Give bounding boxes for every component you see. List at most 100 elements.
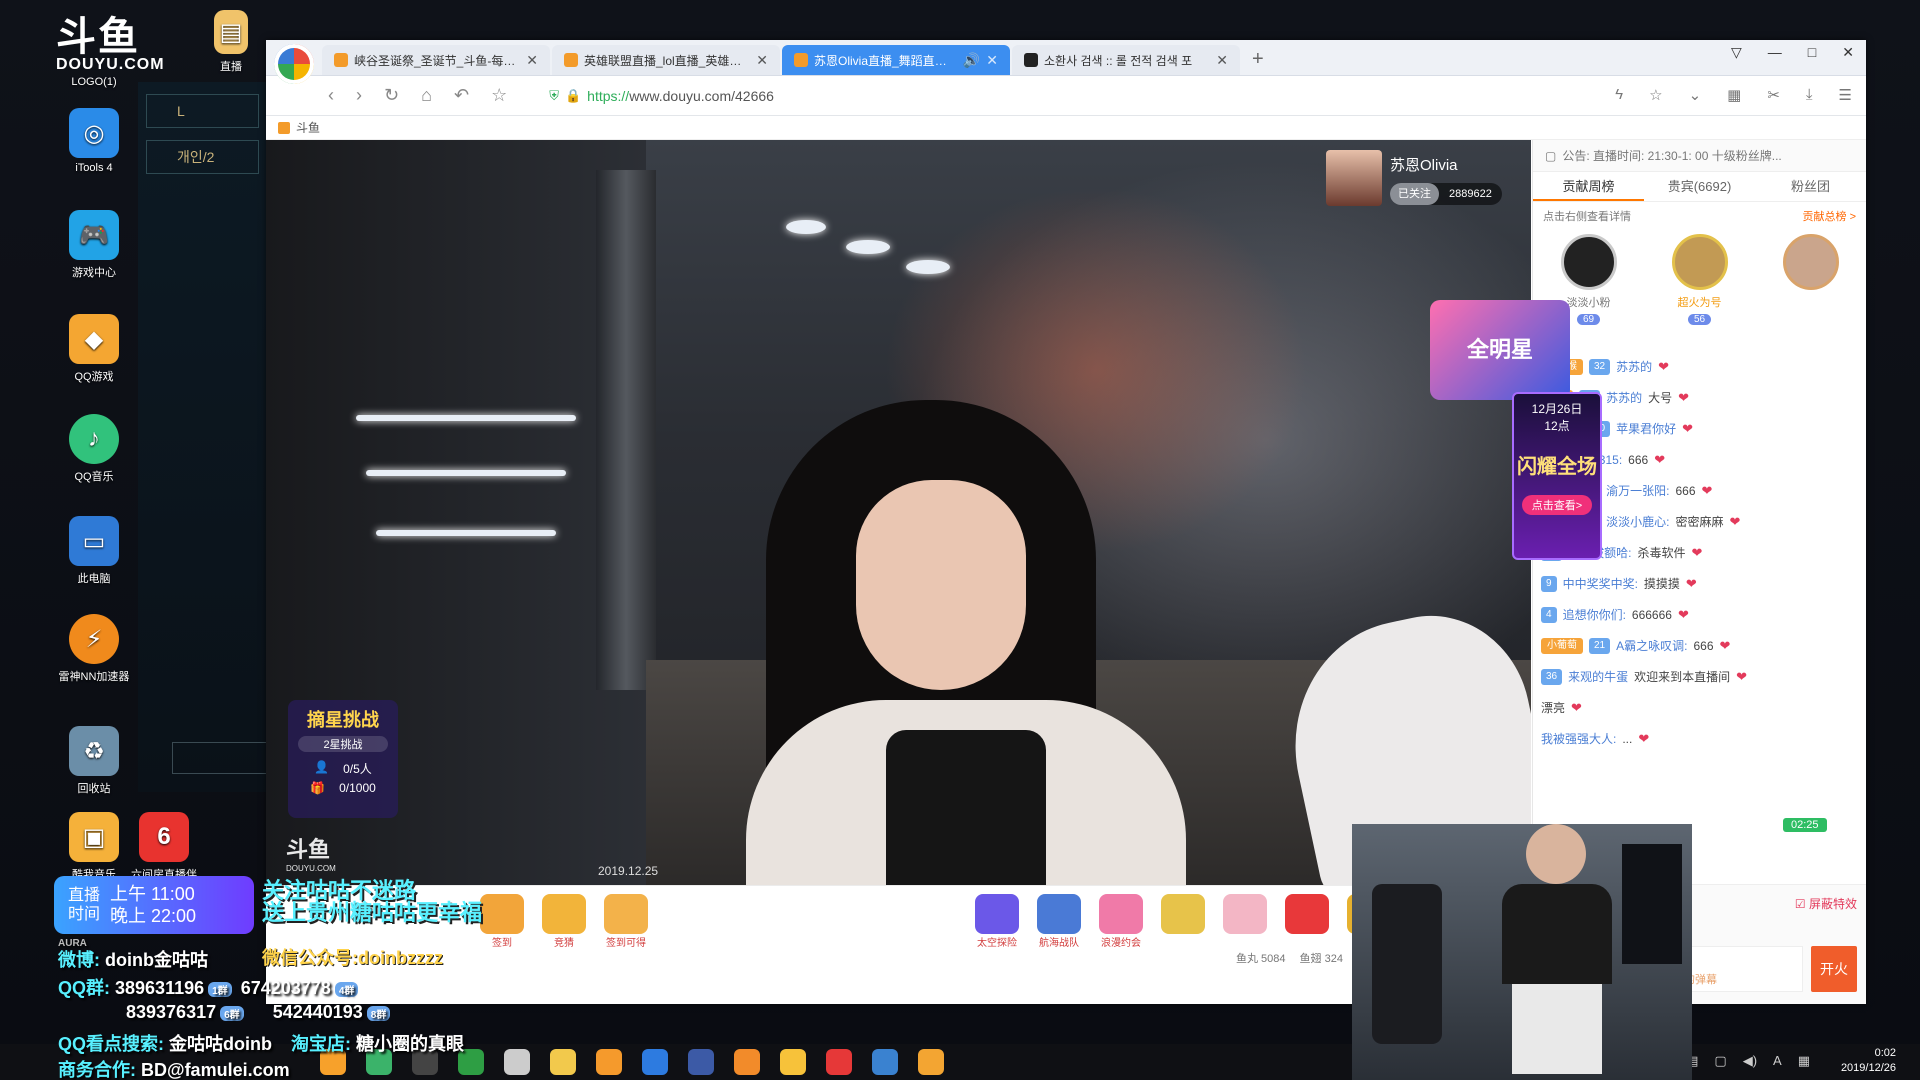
tab-olivia-live[interactable]: 苏恩Olivia直播_舞蹈直播_斗 🔊 ✕: [782, 45, 1010, 75]
close-window-icon[interactable]: ✕: [1842, 44, 1854, 61]
home-icon[interactable]: ⌂: [421, 85, 432, 106]
podium-first[interactable]: 超火为号 56: [1655, 234, 1745, 346]
star-challenge-widget[interactable]: 摘星挑战 2星挑战 👤 0/5人 🎁 0/1000: [288, 700, 398, 818]
shield-effects-toggle[interactable]: ☑ 屏蔽特效: [1795, 895, 1857, 912]
bookmark-star-icon[interactable]: ☆: [1649, 86, 1662, 104]
volume-icon[interactable]: ◀): [1743, 1053, 1757, 1069]
taskbar-app-icon[interactable]: [780, 1049, 806, 1075]
forward-icon[interactable]: ›: [356, 85, 362, 106]
taskbar-app-icon[interactable]: [550, 1049, 576, 1075]
chat-username[interactable]: 渝万一张阳:: [1606, 483, 1669, 499]
chat-username[interactable]: 我被强强大人:: [1541, 731, 1616, 747]
fan-badge[interactable]: 小葡萄: [1541, 638, 1583, 654]
follow-button[interactable]: 已关注: [1390, 183, 1439, 205]
chat-username[interactable]: 追想你你们:: [1563, 607, 1626, 623]
apps-grid-icon[interactable]: ▦: [1727, 86, 1741, 104]
ceiling-light: [846, 240, 890, 254]
taskbar-app-icon[interactable]: [734, 1049, 760, 1075]
chevron-down-icon[interactable]: ⌄: [1689, 86, 1702, 104]
desktop-icon-recycle-bin[interactable]: ♻ 回收站: [48, 726, 140, 796]
user-level: 21: [1589, 638, 1611, 654]
lightning-icon[interactable]: ϟ: [1615, 86, 1623, 104]
gift-date[interactable]: 浪漫约会: [1093, 893, 1149, 956]
all-star-banner[interactable]: 全明星: [1430, 300, 1570, 400]
download-icon[interactable]: ⤓: [1806, 86, 1813, 104]
tab-fan-club[interactable]: 粉丝团: [1755, 172, 1866, 201]
taskbar-app-icon[interactable]: [504, 1049, 530, 1075]
chat-username[interactable]: 苏苏的: [1606, 390, 1642, 406]
close-icon[interactable]: ✕: [1216, 52, 1228, 69]
tab-douyu-christmas[interactable]: 峡谷圣诞祭_圣诞节_斗鱼-每个人 ✕: [322, 45, 550, 75]
gift-plane[interactable]: [1155, 893, 1211, 956]
close-icon[interactable]: ✕: [526, 52, 538, 69]
menu-icon[interactable]: ☰: [1839, 86, 1852, 104]
new-tab-icon[interactable]: +: [1242, 48, 1274, 75]
input-language[interactable]: A: [1773, 1053, 1782, 1069]
taskbar-app-icon[interactable]: [826, 1049, 852, 1075]
minimize-icon[interactable]: —: [1768, 44, 1782, 61]
person-icon: 👤: [314, 760, 330, 774]
chat-text: ...: [1622, 732, 1633, 746]
tab-lol-live[interactable]: 英雄联盟直播_lol直播_英雄联盟 ✕: [552, 45, 780, 75]
desktop-icon-logo[interactable]: LOGO(1): [48, 76, 140, 88]
chat-username[interactable]: 淡淡小鹿心:: [1606, 514, 1669, 530]
tab-op-gg[interactable]: 소환사 검색 :: 롤 전적 검색 포 ✕: [1012, 45, 1240, 75]
desktop-icon-liujianfang[interactable]: 6 六间房直播伴: [118, 812, 210, 882]
close-icon[interactable]: ✕: [986, 52, 998, 69]
desktop-icon-qq-game[interactable]: ◆ QQ游戏: [48, 314, 140, 384]
chat-username[interactable]: A霸之咏叹调:: [1616, 638, 1687, 654]
desktop-icon-live[interactable]: ▤ 直播: [196, 10, 266, 74]
scissors-icon[interactable]: ✂: [1767, 86, 1780, 104]
qq-group-badge: 4群: [334, 981, 359, 997]
gift-pink[interactable]: [1217, 893, 1273, 956]
video-player[interactable]: 苏恩Olivia 已关注 2889622 摘星挑战 2星挑战 👤 0/5人 🎁 0/…: [266, 140, 1531, 885]
taskbar-app-icon[interactable]: [918, 1049, 944, 1075]
taskbar-app-icon[interactable]: [688, 1049, 714, 1075]
taskbar-app-icon[interactable]: [596, 1049, 622, 1075]
anchor-card: 苏恩Olivia 已关注 2889622: [1326, 150, 1524, 212]
maximize-icon[interactable]: □: [1808, 44, 1816, 61]
taskbar-app-icon[interactable]: [642, 1049, 668, 1075]
bookmark-douyu[interactable]: 斗鱼: [296, 119, 320, 136]
close-icon[interactable]: ✕: [756, 52, 768, 69]
chat-username[interactable]: 苏苏的: [1616, 359, 1652, 375]
address-bar[interactable]: ⛨ 🔒 https://www.douyu.com/42666: [549, 88, 774, 104]
shirt-icon[interactable]: ▽: [1731, 44, 1742, 61]
desktop-icon-this-pc[interactable]: ▭ 此电脑: [48, 516, 140, 586]
chat-username[interactable]: 苹果君你好: [1616, 421, 1676, 437]
gift-guess[interactable]: 竞猜: [536, 893, 592, 956]
desktop-icon-nn-accelerator[interactable]: ⚡ 雷神NN加速器: [48, 614, 140, 684]
gift-navy[interactable]: 航海战队: [1031, 893, 1087, 956]
gift-checkin[interactable]: 签到: [474, 893, 530, 956]
send-button[interactable]: 开火: [1811, 946, 1857, 992]
promo-card[interactable]: 12月26日 12点 闪耀全场 点击查看>: [1512, 392, 1602, 560]
gift-jet[interactable]: [1279, 893, 1335, 956]
reload-icon[interactable]: ↻: [384, 85, 399, 106]
taskbar-clock[interactable]: 0:02 2019/12/26: [1841, 1046, 1896, 1076]
gift-space[interactable]: 太空探险: [969, 893, 1025, 956]
podium-third[interactable]: [1766, 234, 1856, 346]
desktop-icon-itools[interactable]: ◎ iTools 4: [48, 108, 140, 174]
desktop-icon-qq-music[interactable]: ♪ QQ音乐: [48, 414, 140, 484]
taskbar-app-icon[interactable]: [872, 1049, 898, 1075]
folder-icon: ▤: [214, 10, 248, 54]
anchor-avatar[interactable]: [1326, 150, 1382, 206]
chat-username[interactable]: 中中奖奖中奖:: [1563, 576, 1638, 592]
rank-total-link[interactable]: 贡献总榜 >: [1803, 208, 1856, 224]
lightning-icon: ⚡: [69, 614, 119, 664]
promo-button[interactable]: 点击查看>: [1522, 495, 1592, 515]
screen: 斗鱼 DOUYU.COM LOGO(1) ◎ iTools 4 🎮 游戏中心 ◆…: [0, 0, 1920, 1080]
speaker-icon[interactable]: 🔊: [963, 52, 980, 69]
gift-checkin-reward[interactable]: 签到可得: [598, 893, 654, 956]
star-icon[interactable]: ☆: [491, 85, 507, 106]
chat-bubble-icon[interactable]: ▢: [1714, 1053, 1726, 1069]
lol-logo-icon: L: [177, 103, 185, 119]
chat-username[interactable]: 来观的牛蛋: [1568, 669, 1628, 685]
tab-weekly-rank[interactable]: 贡献周榜: [1533, 172, 1644, 201]
tab-vip[interactable]: 贵宾(6692): [1644, 172, 1755, 201]
ime-icon[interactable]: ▦: [1798, 1053, 1810, 1069]
desktop-icon-game-center[interactable]: 🎮 游戏中心: [48, 210, 140, 280]
undo-icon[interactable]: ↶: [454, 85, 469, 106]
lol-menu-item[interactable]: 개인/2: [146, 140, 259, 174]
back-icon[interactable]: ‹: [328, 85, 334, 106]
